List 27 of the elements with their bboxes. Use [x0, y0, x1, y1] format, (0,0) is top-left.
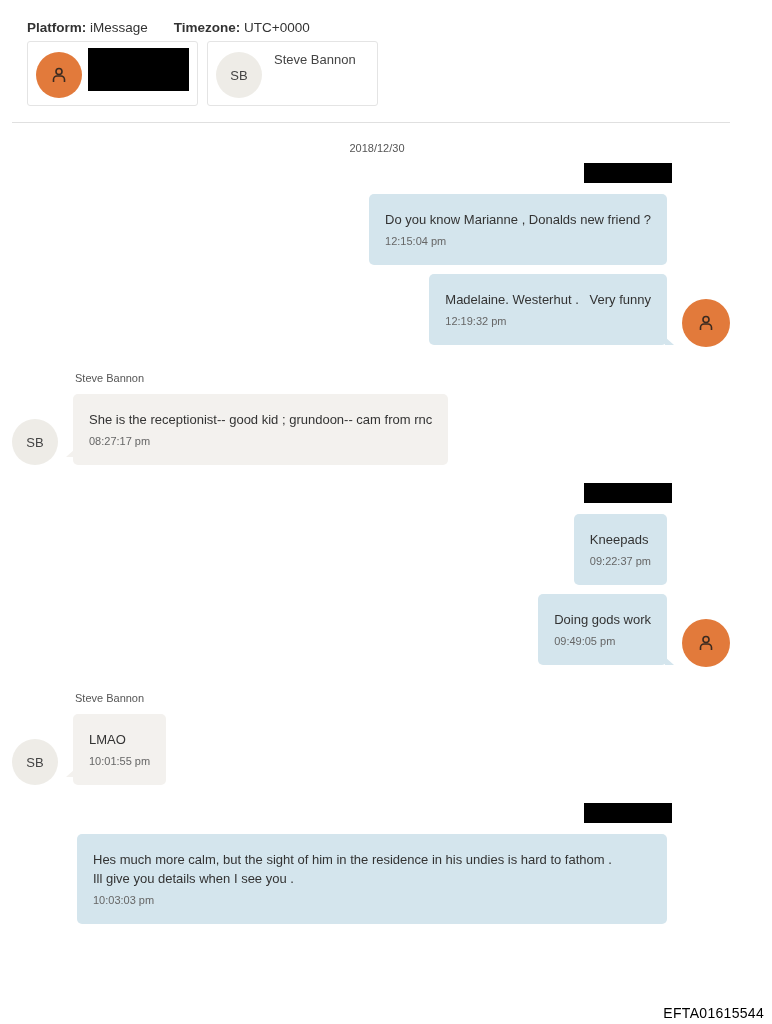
- message-time: 10:01:55 pm: [89, 754, 151, 769]
- message-text: Kneepads: [589, 531, 650, 549]
- person-icon: [699, 315, 713, 331]
- message-time: 12:15:04 pm: [385, 234, 448, 249]
- message-time: 12:19:32 pm: [445, 314, 508, 329]
- message-text: She is the receptionist-- good kid ; grundoon-- cam from rnc: [89, 411, 433, 429]
- message-text: Do you know Marianne , Donalds new friend ?: [385, 211, 651, 229]
- message-time: 10:03:03 pm: [93, 893, 156, 908]
- message-text: LMAO: [89, 731, 127, 749]
- message-text: Madelaine. Westerhut . Very funny: [445, 291, 651, 309]
- person-icon: [699, 635, 713, 651]
- document-number: EFTA01615544: [663, 1005, 764, 1021]
- meta-field: Platform: iMessage: [27, 20, 148, 35]
- message-time: 09:49:05 pm: [554, 634, 617, 649]
- message-time: 08:27:17 pm: [89, 434, 152, 449]
- contact-avatar: SB: [12, 419, 58, 465]
- message-time: 09:22:37 pm: [589, 554, 651, 569]
- meta-field: Timezone: UTC+0000: [173, 20, 310, 35]
- date-label: 2018/12/30: [349, 142, 405, 154]
- contact-avatar: SB: [216, 52, 262, 98]
- participant-name: Steve Bannon: [274, 52, 356, 67]
- sender-name: Steve Bannon: [75, 372, 146, 384]
- contact-avatar: SB: [12, 739, 58, 785]
- message-text: Doing gods work: [554, 611, 651, 629]
- person-icon: [52, 67, 66, 83]
- message-text: Hes much more calm, but the sight of him in the residence in his undies is hard to fathom . Ill give you details when I see you .: [93, 851, 613, 888]
- sender-name: Steve Bannon: [75, 692, 146, 704]
